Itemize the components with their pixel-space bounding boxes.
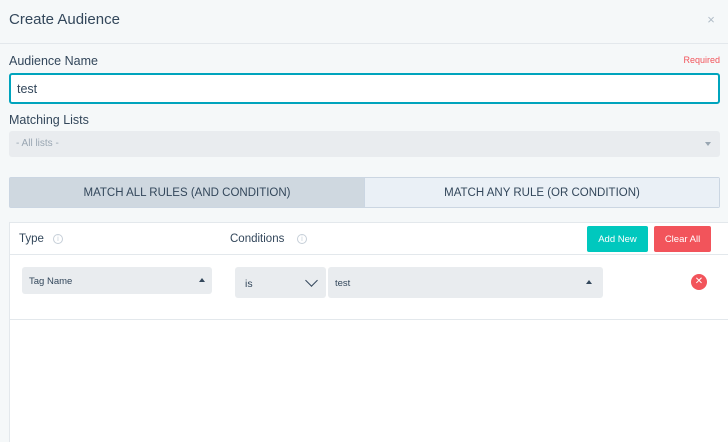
modal-header: Create Audience × bbox=[0, 0, 728, 44]
match-mode-toggle: MATCH ALL RULES (AND CONDITION) MATCH AN… bbox=[9, 177, 720, 208]
matching-lists-label: Matching Lists bbox=[9, 113, 89, 127]
rules-header: Type i Conditions i Add New Clear All bbox=[10, 223, 728, 255]
caret-up-icon bbox=[199, 278, 205, 282]
audience-name-input[interactable] bbox=[9, 73, 720, 104]
audience-name-label: Audience Name bbox=[9, 54, 98, 68]
add-new-button[interactable]: Add New bbox=[587, 226, 648, 252]
rule-value-select[interactable]: test bbox=[328, 267, 603, 298]
rules-panel: Type i Conditions i Add New Clear All Ta… bbox=[9, 222, 728, 442]
modal-title: Create Audience bbox=[9, 11, 120, 28]
rule-operator-select[interactable]: is bbox=[235, 267, 326, 298]
rule-row: Tag Name is test ✕ bbox=[10, 256, 728, 320]
type-column-label: Type bbox=[19, 233, 44, 245]
matching-lists-select[interactable]: - All lists - bbox=[9, 131, 720, 157]
conditions-column-label: Conditions bbox=[230, 233, 285, 245]
remove-rule-icon[interactable]: ✕ bbox=[691, 274, 707, 290]
rule-value-text: test bbox=[335, 278, 351, 289]
rule-type-value: Tag Name bbox=[29, 276, 73, 287]
required-indicator: Required bbox=[683, 55, 720, 65]
matching-lists-value: - All lists - bbox=[16, 138, 59, 149]
chevron-down-icon bbox=[705, 142, 711, 146]
close-icon[interactable]: × bbox=[704, 13, 718, 27]
match-all-button[interactable]: MATCH ALL RULES (AND CONDITION) bbox=[10, 178, 364, 207]
info-icon[interactable]: i bbox=[297, 234, 307, 244]
clear-all-button[interactable]: Clear All bbox=[654, 226, 711, 252]
chevron-down-icon bbox=[305, 274, 318, 287]
rule-operator-value: is bbox=[245, 278, 253, 290]
caret-up-icon bbox=[586, 280, 592, 284]
info-icon[interactable]: i bbox=[53, 234, 63, 244]
rule-type-select[interactable]: Tag Name bbox=[22, 267, 212, 294]
match-any-button[interactable]: MATCH ANY RULE (OR CONDITION) bbox=[364, 178, 719, 207]
